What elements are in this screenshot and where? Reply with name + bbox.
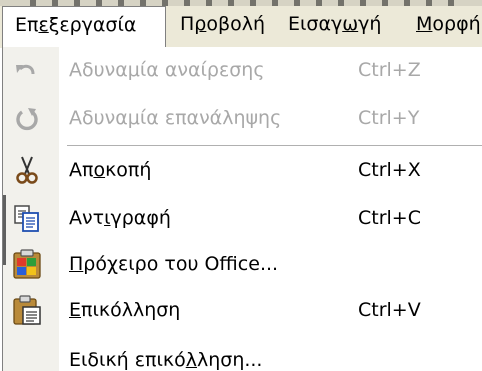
- menu-item-undo-label: Αδυναμία αναίρεσης: [69, 59, 265, 81]
- menu-edit-label-accel: ε: [38, 14, 49, 36]
- edit-menu-dropdown: Αδυναμία αναίρεσης Ctrl+Z Αδυναμία επανά…: [2, 47, 482, 371]
- menu-item-paste-label-accel: Ε: [69, 299, 82, 321]
- menu-format[interactable]: Μορφή: [404, 6, 482, 42]
- copy-icon: [11, 202, 43, 234]
- menu-view[interactable]: Προβολή: [168, 6, 277, 42]
- menu-item-redo-shortcut: Ctrl+Y: [358, 107, 420, 129]
- redo-icon: [11, 102, 43, 134]
- menu-item-redo-label: Αδυναμία επανάληψης: [69, 107, 282, 129]
- menu-item-cut-shortcut: Ctrl+X: [358, 159, 421, 181]
- menu-bar: Επεξεργασία Προβολή Εισαγωγή Μορφή: [0, 0, 482, 48]
- menu-item-paste-special-label-post: ληση...: [196, 349, 263, 371]
- menu-item-cut[interactable]: Αποκοπή Ctrl+X: [3, 147, 482, 193]
- menu-item-paste-label-post: πικόλληση: [81, 299, 181, 321]
- menu-item-office-clipboard-label-accel: Π: [69, 253, 84, 275]
- menu-item-paste-special-label-pre: Ειδική επικό: [69, 349, 186, 371]
- menu-edit-label-post: ξεργασία: [48, 14, 137, 36]
- menu-item-paste[interactable]: Επικόλληση Ctrl+V: [3, 287, 482, 333]
- menu-format-label-accel: Μ: [416, 13, 433, 35]
- menu-insert-label-accel: ω: [342, 13, 359, 35]
- menu-item-paste-special[interactable]: Ειδική επικόλληση...: [3, 337, 482, 371]
- menu-item-cut-label-pre: Απ: [69, 159, 94, 181]
- menu-item-copy-label-post: γραφή: [110, 207, 171, 229]
- app-frame: Επεξεργασία Προβολή Εισαγωγή Μορφή Αδυνα…: [0, 0, 482, 371]
- menu-item-undo-shortcut: Ctrl+Z: [358, 59, 421, 81]
- menu-item-copy-label-pre: Αντ: [69, 207, 105, 229]
- menu-edit-label-pre: Επ: [15, 14, 39, 36]
- menu-item-office-clipboard[interactable]: Πρόχειρο του Office...: [3, 241, 482, 287]
- menu-item-copy-shortcut: Ctrl+C: [358, 207, 421, 229]
- menu-item-cut-label-post: κοπή: [105, 159, 152, 181]
- menu-item-paste-shortcut: Ctrl+V: [358, 299, 421, 321]
- menu-item-copy-label: Αντιγραφή: [69, 195, 171, 241]
- left-edge-shadow: [3, 195, 6, 265]
- menu-edit[interactable]: Επεξεργασία: [2, 6, 166, 48]
- menu-view-label-accel: ρ: [194, 13, 207, 35]
- menu-insert-label-post: γή: [358, 13, 382, 35]
- menu-item-redo[interactable]: Αδυναμία επανάληψης Ctrl+Y: [3, 95, 482, 141]
- menu-format-label-post: ορφή: [432, 13, 481, 35]
- undo-icon: [11, 54, 43, 86]
- scissors-icon: [11, 154, 43, 186]
- office-clipboard-icon: [11, 248, 43, 280]
- menu-view-label-pre: Π: [180, 13, 195, 35]
- menu-item-copy[interactable]: Αντιγραφή Ctrl+C: [3, 195, 482, 241]
- paste-icon: [11, 294, 43, 326]
- menu-item-cut-label-accel: ο: [93, 159, 106, 181]
- menu-insert-label-pre: Εισαγ: [288, 13, 343, 35]
- menu-view-label-post: οβολή: [206, 13, 266, 35]
- menu-item-paste-label: Επικόλληση: [69, 287, 180, 333]
- menu-item-paste-special-label: Ειδική επικόλληση...: [69, 337, 262, 371]
- menu-item-undo[interactable]: Αδυναμία αναίρεσης Ctrl+Z: [3, 47, 482, 93]
- menu-item-office-clipboard-label-post: ρόχειρο του Office...: [83, 253, 279, 275]
- menu-item-paste-special-label-accel: λ: [185, 349, 197, 371]
- menu-separator: [67, 145, 482, 146]
- menu-insert[interactable]: Εισαγωγή: [276, 6, 393, 42]
- menu-item-cut-label: Αποκοπή: [69, 147, 151, 193]
- menu-item-office-clipboard-label: Πρόχειρο του Office...: [69, 241, 278, 287]
